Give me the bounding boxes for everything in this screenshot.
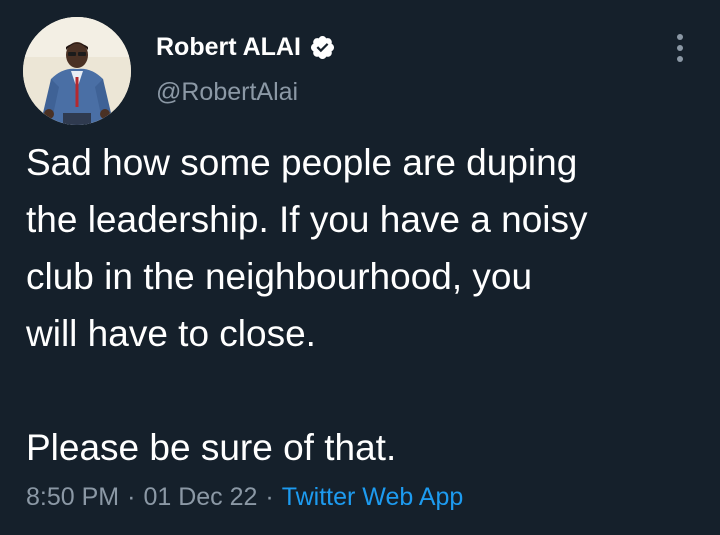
tweet-text-line: club in the neighbourhood, you: [26, 256, 533, 297]
tweet-text-line: the leadership. If you have a noisy: [26, 199, 588, 240]
tweet-source-link[interactable]: Twitter Web App: [282, 483, 464, 511]
meta-separator: ·: [265, 483, 274, 511]
more-vertical-icon: [677, 34, 683, 40]
verified-badge-icon: [310, 35, 334, 59]
tweet-time[interactable]: 8:50 PM: [26, 483, 119, 511]
tweet-text-line: Sad how some people are duping: [26, 142, 578, 183]
tweet-text-line: will have to close.: [26, 313, 316, 354]
tweet-card: Robert ALAI @RobertAlai Sad how some peo…: [0, 0, 720, 535]
tweet-text: Sad how some people are duping the leade…: [26, 134, 706, 476]
author-handle[interactable]: @RobertAlai: [156, 75, 298, 109]
tweet-metadata: 8:50 PM · 01 Dec 22 · Twitter Web App: [26, 480, 463, 514]
avatar[interactable]: [23, 17, 131, 125]
more-options-button[interactable]: [664, 30, 696, 66]
tweet-text-closing-line: Please be sure of that.: [26, 427, 397, 468]
more-vertical-icon-dot: [677, 45, 683, 51]
meta-separator: ·: [127, 483, 136, 511]
author-display-name[interactable]: Robert ALAI: [156, 30, 301, 64]
author-name-row: Robert ALAI: [156, 30, 336, 64]
more-vertical-icon-dot: [677, 56, 683, 62]
tweet-date[interactable]: 01 Dec 22: [143, 483, 257, 511]
